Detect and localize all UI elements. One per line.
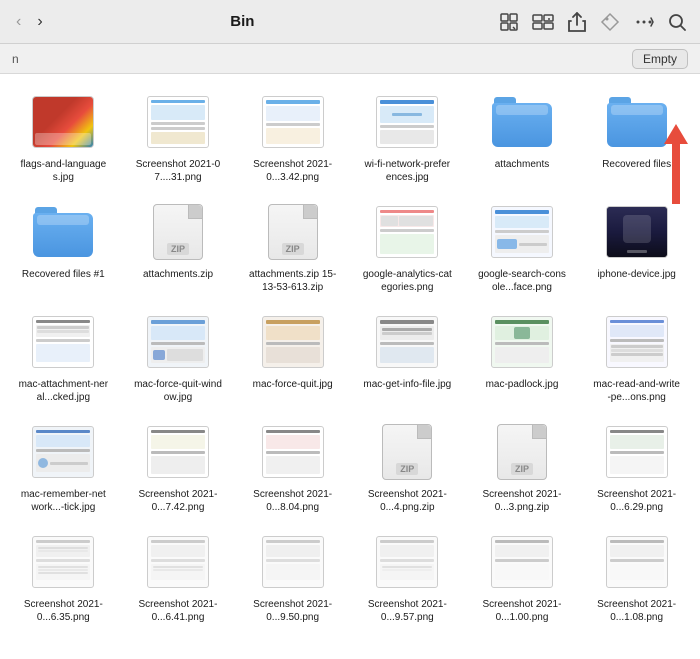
breadcrumb-path: n xyxy=(12,52,19,66)
tag-button[interactable] xyxy=(598,10,622,34)
list-item[interactable]: ZIP Screenshot 2021-0...4.png.zip xyxy=(352,414,463,518)
list-item[interactable]: Screenshot 2021-0...1.00.png xyxy=(467,524,578,628)
file-name: attachments.zip 15-13-53-613.zip xyxy=(248,268,338,294)
list-item[interactable]: Recovered files #1 xyxy=(8,194,119,298)
file-name: attachments xyxy=(495,158,549,171)
file-name: mac-attachment-neral...cked.jpg xyxy=(18,378,108,404)
list-item[interactable]: mac-remember-network...-tick.jpg xyxy=(8,414,119,518)
file-name: mac-get-info-file.jpg xyxy=(363,378,451,391)
list-item[interactable]: Screenshot 2021-07....31.png xyxy=(123,84,234,188)
file-name: mac-read-and-write-pe...ons.png xyxy=(592,378,682,404)
list-item[interactable]: Screenshot 2021-0...9.50.png xyxy=(237,524,348,628)
list-item[interactable]: mac-padlock.jpg xyxy=(467,304,578,408)
file-name: Screenshot 2021-0...9.57.png xyxy=(362,598,452,624)
file-name: Recovered files xyxy=(602,158,671,171)
list-item[interactable]: Screenshot 2021-0...3.42.png xyxy=(237,84,348,188)
file-name: wi-fi-network-preferences.jpg xyxy=(362,158,452,184)
list-item[interactable]: ZIP attachments.zip xyxy=(123,194,234,298)
view-options-button[interactable] xyxy=(530,12,556,32)
share-button[interactable] xyxy=(566,10,588,34)
list-item[interactable]: mac-attachment-neral...cked.jpg xyxy=(8,304,119,408)
file-name: Screenshot 2021-0...3.42.png xyxy=(248,158,338,184)
file-name: flags-and-languages.jpg xyxy=(18,158,108,184)
list-item[interactable]: Screenshot 2021-0...8.04.png xyxy=(237,414,348,518)
file-name: Screenshot 2021-0...7.42.png xyxy=(133,488,223,514)
view-grid-button[interactable] xyxy=(498,11,520,33)
files-grid: flags-and-languages.jpg Screenshot 2021-… xyxy=(8,84,692,628)
file-name: Screenshot 2021-0...4.png.zip xyxy=(362,488,452,514)
more-button[interactable] xyxy=(632,10,656,34)
list-item[interactable]: google-analytics-categories.png xyxy=(352,194,463,298)
window-title: Bin xyxy=(0,13,490,30)
content-area: flags-and-languages.jpg Screenshot 2021-… xyxy=(0,74,700,659)
file-name: google-analytics-categories.png xyxy=(362,268,452,294)
file-name: mac-remember-network...-tick.jpg xyxy=(18,488,108,514)
search-button[interactable] xyxy=(666,11,688,33)
list-item[interactable]: flags-and-languages.jpg xyxy=(8,84,119,188)
list-item[interactable]: Screenshot 2021-0...9.57.png xyxy=(352,524,463,628)
list-item[interactable]: wi-fi-network-preferences.jpg xyxy=(352,84,463,188)
file-name: mac-force-quit.jpg xyxy=(253,378,333,391)
file-name: Screenshot 2021-0...9.50.png xyxy=(248,598,338,624)
file-name: Screenshot 2021-0...3.png.zip xyxy=(477,488,567,514)
file-name: attachments.zip xyxy=(143,268,213,281)
list-item[interactable]: iphone-device.jpg xyxy=(581,194,692,298)
file-name: Screenshot 2021-0...1.08.png xyxy=(592,598,682,624)
file-name: Screenshot 2021-0...6.29.png xyxy=(592,488,682,514)
list-item[interactable]: ZIP Screenshot 2021-0...3.png.zip xyxy=(467,414,578,518)
list-item[interactable]: attachments xyxy=(467,84,578,188)
list-item[interactable]: mac-read-and-write-pe...ons.png xyxy=(581,304,692,408)
list-item[interactable]: mac-force-quit.jpg xyxy=(237,304,348,408)
breadcrumb-bar: n Empty xyxy=(0,44,700,74)
file-name: Screenshot 2021-0...6.41.png xyxy=(133,598,223,624)
file-name: Screenshot 2021-0...1.00.png xyxy=(477,598,567,624)
file-name: Recovered files #1 xyxy=(22,268,105,281)
list-item[interactable]: Screenshot 2021-0...6.29.png xyxy=(581,414,692,518)
file-name: iphone-device.jpg xyxy=(597,268,675,281)
list-item[interactable]: mac-get-info-file.jpg xyxy=(352,304,463,408)
file-name: Screenshot 2021-0...8.04.png xyxy=(248,488,338,514)
list-item[interactable]: ZIP attachments.zip 15-13-53-613.zip xyxy=(237,194,348,298)
file-name: mac-force-quit-window.jpg xyxy=(133,378,223,404)
titlebar: ‹ › Bin xyxy=(0,0,700,44)
file-name: Screenshot 2021-07....31.png xyxy=(133,158,223,184)
list-item[interactable]: mac-force-quit-window.jpg xyxy=(123,304,234,408)
arrow-up-shape xyxy=(664,124,688,144)
list-item[interactable]: Screenshot 2021-0...6.41.png xyxy=(123,524,234,628)
file-name: Screenshot 2021-0...6.35.png xyxy=(18,598,108,624)
list-item[interactable]: Screenshot 2021-0...7.42.png xyxy=(123,414,234,518)
arrow-indicator xyxy=(664,124,688,204)
file-name: google-search-console...face.png xyxy=(477,268,567,294)
file-name: mac-padlock.jpg xyxy=(486,378,559,391)
list-item[interactable]: Screenshot 2021-0...6.35.png xyxy=(8,524,119,628)
empty-button[interactable]: Empty xyxy=(632,49,688,69)
arrow-shaft-shape xyxy=(672,144,680,204)
list-item[interactable]: google-search-console...face.png xyxy=(467,194,578,298)
toolbar-icons xyxy=(498,10,688,34)
list-item[interactable]: Screenshot 2021-0...1.08.png xyxy=(581,524,692,628)
